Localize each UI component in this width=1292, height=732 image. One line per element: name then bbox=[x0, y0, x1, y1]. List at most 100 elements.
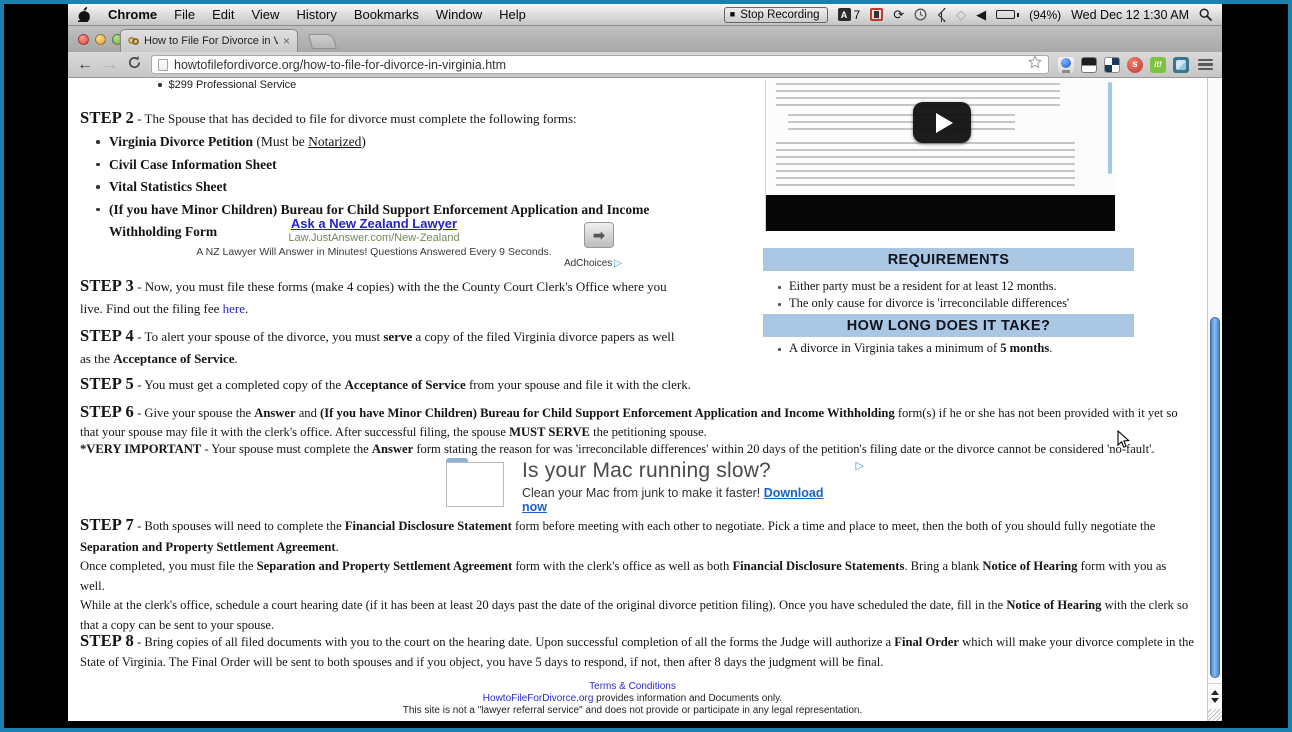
step2-bullet-3: Vital Statistics Sheet bbox=[88, 176, 680, 199]
extension-flag-icon[interactable] bbox=[1081, 57, 1097, 73]
howlong-list: A divorce in Virginia takes a minimum of… bbox=[771, 341, 1133, 358]
menu-chrome[interactable]: Chrome bbox=[108, 7, 157, 22]
scrollbar-buttons[interactable] bbox=[1208, 683, 1222, 709]
step5-section: STEP 5 - You must get a completed copy o… bbox=[80, 373, 720, 396]
price-bullet: $299 Professional Service bbox=[158, 79, 296, 91]
adchoices-icon-2[interactable]: ▷ bbox=[856, 459, 864, 472]
page-scrollbar[interactable] bbox=[1207, 78, 1222, 721]
battery-percent: (94%) bbox=[1029, 8, 1061, 22]
step4-text: - To alert your spouse of the divorce, y… bbox=[80, 329, 675, 366]
adchoices-label[interactable]: AdChoices ▷ bbox=[564, 258, 622, 269]
menu-file[interactable]: File bbox=[174, 7, 195, 22]
scroll-up-icon[interactable] bbox=[1211, 690, 1219, 695]
video-player[interactable] bbox=[765, 80, 1115, 231]
footer-line2: HowtoFileForDivorce.org provides informa… bbox=[68, 693, 1197, 705]
adobe-count: 7 bbox=[854, 8, 861, 22]
extension-photo-icon[interactable] bbox=[1173, 57, 1189, 73]
scrollbar-thumb[interactable] bbox=[1210, 317, 1220, 678]
menu-help[interactable]: Help bbox=[499, 7, 526, 22]
step7-text-2: Once completed, you must file the Separa… bbox=[80, 557, 1192, 596]
battery-indicator[interactable] bbox=[996, 10, 1019, 19]
mac-ad-sub[interactable]: Clean your Mac from junk to make it fast… bbox=[522, 486, 850, 514]
bookmark-star-icon[interactable] bbox=[1028, 55, 1042, 74]
reload-button[interactable] bbox=[127, 55, 142, 75]
extension-icons: s it! bbox=[1058, 57, 1189, 73]
apple-logo-icon[interactable] bbox=[78, 7, 91, 22]
airport-icon[interactable]: ◇ bbox=[956, 8, 966, 21]
browser-toolbar: ← → howtofilefordivorce.org/how-to-file-… bbox=[68, 52, 1222, 78]
menu-bookmarks[interactable]: Bookmarks bbox=[354, 7, 419, 22]
scroll-down-icon[interactable] bbox=[1211, 698, 1219, 703]
gplus-badge[interactable]: g+1 bbox=[446, 462, 504, 507]
play-button[interactable] bbox=[913, 102, 971, 143]
step8-section: STEP 8 - Bring copies of all filed docum… bbox=[80, 631, 1194, 672]
extension-checker-icon[interactable] bbox=[1104, 57, 1120, 73]
requirements-item-1: Either party must be a resident for at l… bbox=[771, 279, 1133, 295]
menu-view[interactable]: View bbox=[251, 7, 279, 22]
stop-recording-label: Stop Recording bbox=[740, 9, 819, 21]
menu-history[interactable]: History bbox=[296, 7, 336, 22]
address-bar[interactable]: howtofilefordivorce.org/how-to-file-for-… bbox=[151, 55, 1049, 74]
stop-icon: ■ bbox=[730, 10, 735, 19]
step5-text: - You must get a completed copy of the A… bbox=[134, 377, 691, 392]
extension-ball-icon[interactable] bbox=[1058, 57, 1074, 73]
stop-recording-button[interactable]: ■ Stop Recording bbox=[724, 7, 828, 23]
menu-edit[interactable]: Edit bbox=[212, 7, 234, 22]
tab-close-icon[interactable]: × bbox=[283, 34, 290, 48]
mac-menubar: Chrome File Edit View History Bookmarks … bbox=[68, 4, 1222, 26]
step2-bullet-2: Civil Case Information Sheet bbox=[88, 154, 680, 177]
tab-active[interactable]: How to File For Divorce in Vi × bbox=[120, 29, 298, 52]
tab-strip: How to File For Divorce in Vi × bbox=[68, 26, 1222, 52]
new-tab-button[interactable] bbox=[308, 34, 337, 49]
chrome-menu-button[interactable] bbox=[1198, 59, 1213, 71]
appstore-folder-icon[interactable]: A g+1 bbox=[446, 462, 504, 507]
page-icon bbox=[158, 59, 168, 71]
adobe-status-item[interactable]: A 7 bbox=[838, 8, 861, 22]
mouse-cursor bbox=[1117, 430, 1130, 454]
resize-grip[interactable] bbox=[1208, 709, 1222, 721]
howlong-item-1: A divorce in Virginia takes a minimum of… bbox=[771, 341, 1133, 357]
url-text[interactable]: howtofilefordivorce.org/how-to-file-for-… bbox=[174, 58, 1022, 72]
menubar-clock[interactable]: Wed Dec 12 1:30 AM bbox=[1071, 8, 1189, 22]
menubar-menus: Chrome File Edit View History Bookmarks … bbox=[78, 7, 526, 22]
step2-label: STEP 2 bbox=[80, 108, 134, 127]
minimize-window-button[interactable] bbox=[95, 34, 106, 45]
back-button[interactable]: ← bbox=[77, 57, 93, 73]
step3-section: STEP 3 - Now, you must file these forms … bbox=[80, 275, 680, 320]
lawyer-ad-desc: A NZ Lawyer Will Answer in Minutes! Ques… bbox=[178, 246, 570, 258]
play-icon bbox=[936, 113, 953, 133]
mac-ad-headline[interactable]: Is your Mac running slow? bbox=[522, 459, 850, 483]
step6-label: STEP 6 bbox=[80, 402, 134, 421]
extension-stumbleupon-icon[interactable]: s bbox=[1127, 57, 1143, 73]
extension-scoopit-icon[interactable]: it! bbox=[1150, 57, 1166, 73]
lawyer-ad-title-link[interactable]: Ask a New Zealand Lawyer bbox=[178, 216, 570, 231]
adobe-icon: A bbox=[838, 8, 851, 21]
howlong-header: HOW LONG DOES IT TAKE? bbox=[763, 314, 1134, 337]
ad-arrow-button[interactable]: ➡ bbox=[584, 222, 614, 248]
step3-text: - Now, you must file these forms (make 4… bbox=[80, 279, 667, 316]
step6-text: - Give your spouse the Answer and (If yo… bbox=[80, 406, 1178, 439]
step2-intro: - The Spouse that has decided to file fo… bbox=[134, 111, 577, 126]
terms-link[interactable]: Terms & Conditions bbox=[68, 681, 1197, 693]
time-machine-icon[interactable] bbox=[914, 8, 927, 21]
volume-icon[interactable]: ◀ bbox=[976, 8, 986, 21]
step3-label: STEP 3 bbox=[80, 276, 134, 295]
close-window-button[interactable] bbox=[78, 34, 89, 45]
lawyer-ad: Ask a New Zealand Lawyer Law.JustAnswer.… bbox=[178, 216, 570, 258]
step5-label: STEP 5 bbox=[80, 374, 134, 393]
footer-line3: This site is not a "lawyer referral serv… bbox=[68, 705, 1197, 717]
step6-important: *VERY IMPORTANT - Your spouse must compl… bbox=[80, 441, 1192, 459]
step7-label: STEP 7 bbox=[80, 515, 134, 534]
step7-text-3: While at the clerk's office, schedule a … bbox=[80, 596, 1192, 635]
forward-button[interactable]: → bbox=[102, 57, 118, 73]
red-app-icon[interactable] bbox=[870, 8, 883, 21]
step2-bullet-1: Virginia Divorce Petition (Must be Notar… bbox=[88, 131, 680, 154]
sync-icon[interactable]: ⟳ bbox=[893, 8, 904, 21]
menu-window[interactable]: Window bbox=[436, 7, 482, 22]
requirements-header: REQUIREMENTS bbox=[763, 248, 1134, 271]
bluetooth-icon[interactable] bbox=[937, 8, 946, 22]
spotlight-icon[interactable] bbox=[1199, 8, 1212, 21]
price-bullet-text: $299 Professional Service bbox=[169, 79, 297, 91]
requirements-list: Either party must be a resident for at l… bbox=[771, 279, 1133, 312]
mac-screen: Chrome File Edit View History Bookmarks … bbox=[68, 4, 1222, 721]
